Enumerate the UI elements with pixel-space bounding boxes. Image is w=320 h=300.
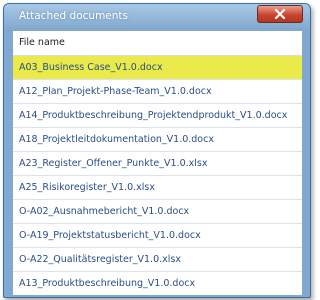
- column-header-file-name[interactable]: File name: [13, 31, 302, 56]
- document-list: File name A03_Business Case_V1.0.docx A1…: [12, 30, 303, 296]
- close-icon: [274, 9, 286, 19]
- list-item[interactable]: A18_Projektleitdokumentation_V1.0.docx: [13, 128, 302, 152]
- list-item[interactable]: A14_Produktbeschreibung_Projektendproduk…: [13, 104, 302, 128]
- close-button[interactable]: [257, 5, 303, 23]
- list-item[interactable]: A12_Plan_Projekt-Phase-Team_V1.0.docx: [13, 80, 302, 104]
- list-item[interactable]: A23_Register_Offener_Punkte_V1.0.xlsx: [13, 152, 302, 176]
- attached-documents-dialog: Attached documents File name A03_Busines…: [3, 3, 311, 298]
- title-bar[interactable]: Attached documents: [4, 4, 310, 28]
- list-item[interactable]: A25_Risikoregister_V1.0.xlsx: [13, 176, 302, 200]
- list-item[interactable]: O-A02_Ausnahmebericht_V1.0.docx: [13, 200, 302, 224]
- list-item[interactable]: A13_Produktbeschreibung_V1.0.docx: [13, 272, 302, 295]
- list-item[interactable]: O-A19_Projektstatusbericht_V1.0.docx: [13, 224, 302, 248]
- list-item[interactable]: A03_Business Case_V1.0.docx: [13, 56, 302, 80]
- list-item[interactable]: O-A22_Qualitätsregister_V1.0.xlsx: [13, 248, 302, 272]
- dialog-title: Attached documents: [19, 10, 129, 22]
